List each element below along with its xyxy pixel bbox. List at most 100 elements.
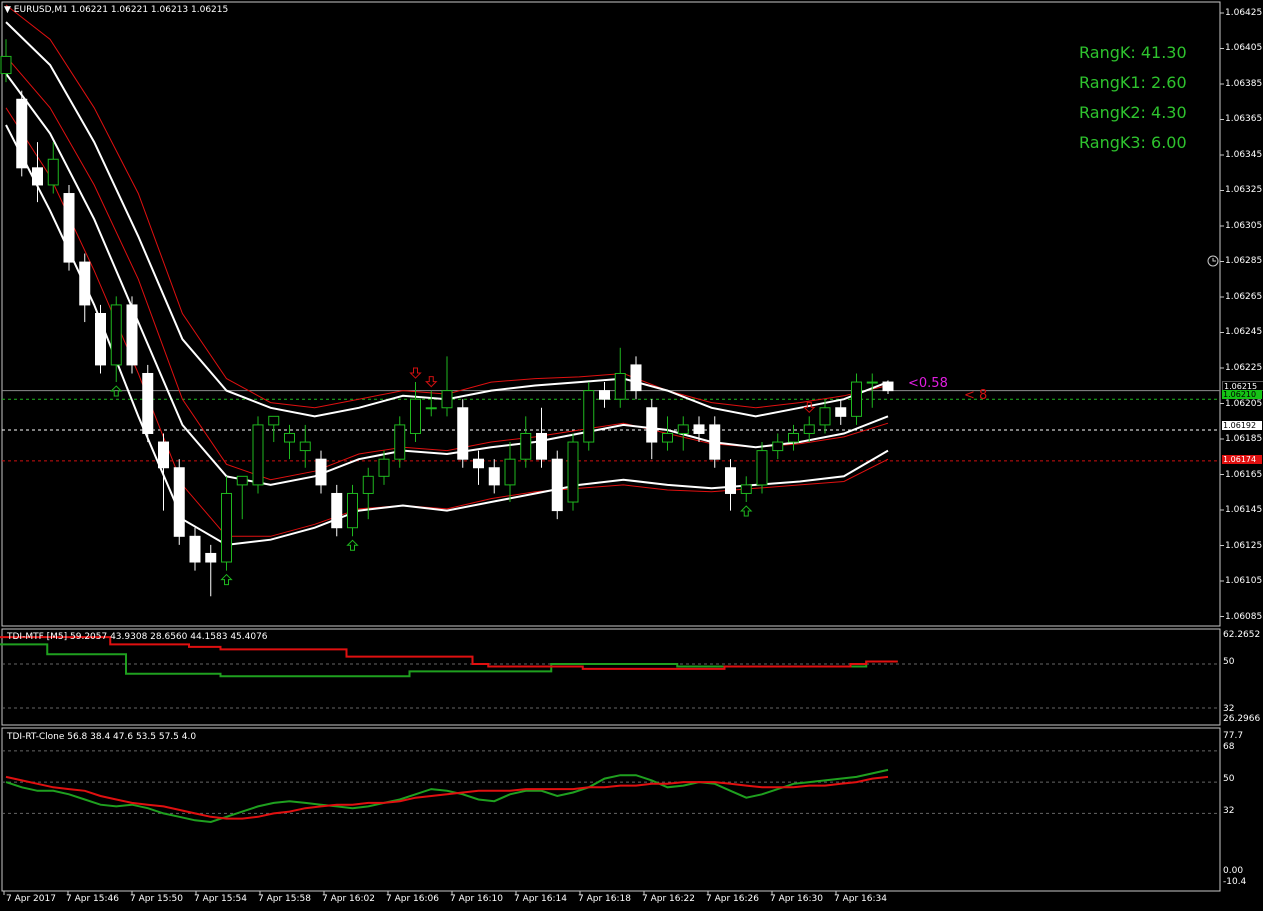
candle-body (866, 381, 878, 384)
candle-body (378, 458, 390, 477)
candle-body (205, 552, 217, 563)
time-tick: 7 Apr 16:14 (514, 894, 567, 904)
candle-body (315, 458, 327, 486)
tdi-rt-tick: 50 (1223, 774, 1235, 784)
up-arrow-icon (220, 573, 233, 586)
tdi-rt-tick: 68 (1223, 742, 1235, 752)
candle-body (788, 432, 799, 443)
time-tick: 7 Apr 16:10 (450, 894, 503, 904)
tdi-rt-clone-title: TDI-RT-Clone 56.8 38.4 47.6 53.5 57.5 4.… (7, 732, 197, 742)
price-tick: 1.06425 (1225, 8, 1263, 18)
candle-body (362, 475, 374, 494)
candle-body (725, 467, 736, 494)
tdi-mtf-tick: 26.2966 (1223, 714, 1261, 724)
candle-body (110, 304, 122, 366)
time-tick: 7 Apr 16:06 (386, 894, 439, 904)
tdi-rt-tick: 77.7 (1223, 731, 1244, 741)
candle-body (268, 415, 280, 426)
price-tick: 1.06265 (1225, 292, 1263, 302)
candle-body (410, 398, 421, 434)
candle-body (221, 492, 232, 563)
candle-body (252, 424, 264, 486)
time-tick: 7 Apr 16:02 (322, 894, 375, 904)
tdi-mtf-tick: 50 (1223, 657, 1235, 667)
candle-body (520, 432, 532, 460)
candle-body (662, 432, 673, 443)
candle-body (835, 407, 847, 417)
rangk3-label: RangK3: 6.00 (1079, 133, 1187, 152)
red-level-tag: 1.06174 (1222, 455, 1262, 464)
candle-body (756, 450, 768, 486)
white-level-tag: 1.06192 (1222, 421, 1262, 430)
down-arrow-icon (409, 367, 422, 379)
magenta-note: <0.58 (908, 376, 948, 391)
time-tick: 7 Apr 16:26 (706, 894, 759, 904)
trading-chart[interactable] (0, 0, 1263, 911)
tdi-mtf-tick: 62.2652 (1223, 630, 1261, 640)
candle-body (0, 55, 12, 75)
candle-body (126, 304, 138, 366)
candle-body (142, 372, 154, 434)
price-tick: 1.06205 (1225, 399, 1263, 409)
price-tick: 1.06105 (1225, 576, 1263, 586)
candle-body (347, 492, 358, 529)
down-arrow-icon (425, 376, 438, 388)
candle-body (16, 98, 28, 169)
tdi-rt-tick: -10.4 (1223, 877, 1247, 887)
price-tick: 1.06245 (1225, 327, 1263, 337)
up-arrow-icon (740, 505, 753, 517)
chart-menu-triangle-icon[interactable]: ▼ (4, 5, 11, 15)
price-tick: 1.06365 (1225, 114, 1263, 124)
down-arrow-icon (803, 401, 816, 414)
candle-body (583, 390, 595, 443)
time-tick: 7 Apr 16:18 (578, 894, 631, 904)
tdi-rt-red-line (5, 775, 889, 820)
candle-body (457, 407, 469, 460)
candle-body (425, 407, 437, 410)
price-tick: 1.06125 (1225, 541, 1263, 551)
rangk1-label: RangK1: 2.60 (1079, 73, 1187, 92)
price-tick: 1.06285 (1225, 256, 1263, 266)
candle-body (236, 475, 248, 486)
price-tick: 1.06325 (1225, 185, 1263, 195)
clock-hand (1212, 258, 1216, 262)
candle-body (504, 458, 516, 486)
up-arrow-icon (346, 539, 359, 551)
candle-body (551, 458, 563, 512)
candle-body (79, 261, 91, 306)
tdi-rt-tick: 0.00 (1223, 866, 1244, 876)
candle-body (646, 407, 658, 443)
price-tick: 1.06225 (1225, 363, 1263, 373)
candle-body (614, 372, 626, 400)
candle-body (299, 441, 311, 452)
time-tick: 7 Apr 2017 (6, 894, 56, 904)
candle-body (709, 424, 721, 460)
green-level-tag: 1.06210 (1222, 390, 1262, 399)
time-tick: 7 Apr 16:30 (770, 894, 823, 904)
price-tick: 1.06085 (1225, 612, 1263, 622)
candle-body (331, 492, 343, 529)
candle-body (882, 381, 894, 392)
candle-body (536, 432, 547, 460)
tdi-mtf-title: TDI-MTF [M5] 59.2057 43.9308 28.6560 44.… (7, 632, 268, 642)
time-tick: 7 Apr 15:50 (130, 894, 183, 904)
candle-body (394, 424, 406, 460)
time-tick: 7 Apr 16:22 (642, 894, 695, 904)
white-band-lower (5, 124, 889, 546)
candle-body (95, 313, 106, 366)
time-tick: 7 Apr 15:54 (194, 894, 247, 904)
tdi-mtf-frame (1, 628, 1221, 726)
candle-body (173, 467, 185, 537)
candle-body (473, 458, 484, 469)
candle-body (677, 424, 689, 434)
rangk2-label: RangK2: 4.30 (1079, 103, 1187, 122)
candle-body (189, 535, 201, 563)
time-tick: 7 Apr 16:34 (834, 894, 887, 904)
candle-body (599, 390, 610, 400)
candle-body (488, 467, 500, 486)
price-tick: 1.06405 (1225, 43, 1263, 53)
rangk-label: RangK: 41.30 (1079, 43, 1187, 62)
candle-body (158, 441, 169, 469)
red-band-upper (5, 4, 889, 409)
price-tick: 1.06185 (1225, 434, 1263, 444)
